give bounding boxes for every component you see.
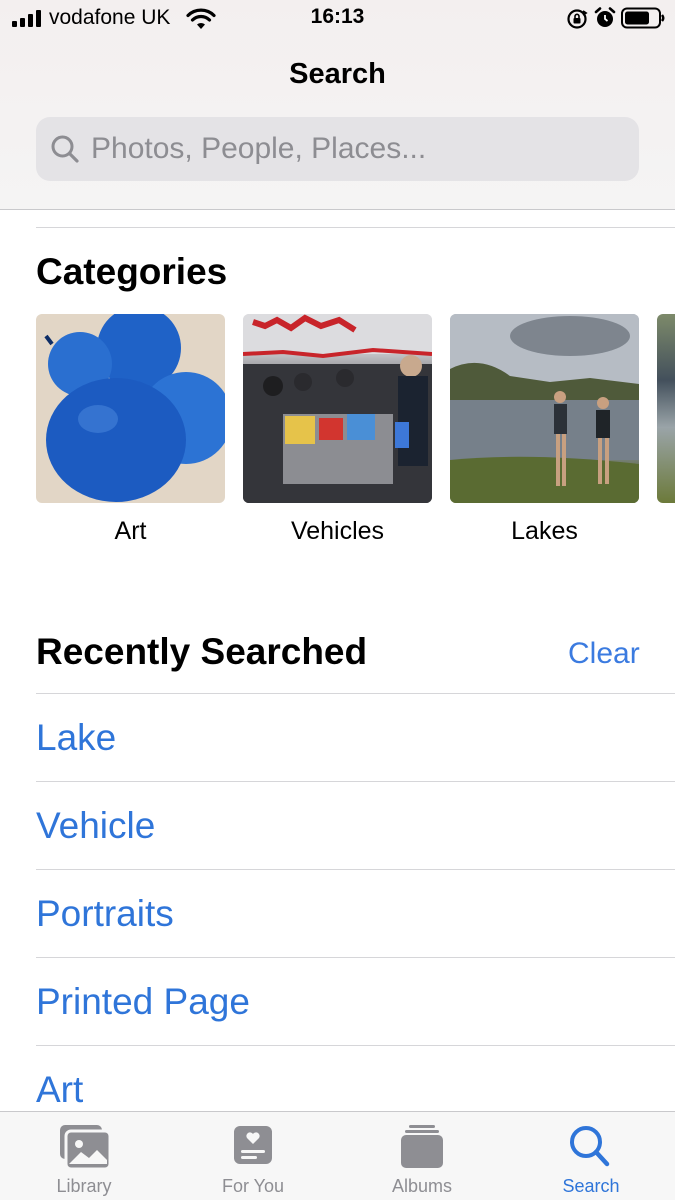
recent-search-item[interactable]: Vehicle [36,781,675,869]
tab-search[interactable]: Search [507,1112,675,1200]
category-label: Lakes [511,517,578,545]
category-partial[interactable] [657,314,675,503]
search-input[interactable] [91,125,621,173]
tab-label: Search [562,1176,620,1196]
category-lakes[interactable]: Lakes [450,314,639,546]
for-you-icon [234,1126,272,1164]
category-label: Art [114,517,147,545]
category-art-thumbnail [36,314,225,503]
category-partial-thumbnail [657,314,675,503]
navigation-header: vodafone UK 16:13 Search [0,0,675,210]
divider [36,227,675,228]
recent-search-item[interactable]: Printed Page [36,957,675,1045]
photo-library-icon [60,1125,111,1170]
recent-search-item[interactable]: Portraits [36,869,675,957]
recent-search-item[interactable]: Lake [36,693,675,781]
category-vehicles[interactable]: Vehicles [243,314,432,546]
search-icon [570,1126,610,1167]
alarm-icon [594,7,616,27]
status-bar: vodafone UK 16:13 [0,0,675,40]
tab-label: Library [56,1176,112,1196]
recent-searches-list: Lake Vehicle Portraits Printed Page Art [36,693,675,1133]
magnifier-icon [51,135,79,163]
search-bar[interactable] [36,117,639,181]
category-vehicles-thumbnail [243,314,432,503]
battery-icon [621,7,665,29]
tab-label: Albums [391,1176,453,1196]
page-title: Search [289,58,386,90]
recently-searched-heading: Recently Searched [36,631,368,672]
category-lakes-thumbnail [450,314,639,503]
tab-for-you[interactable]: For You [169,1112,337,1200]
clear-button[interactable]: Clear [568,637,640,671]
tab-label: For You [221,1176,285,1196]
tab-albums[interactable]: Albums [338,1112,506,1200]
category-label: Vehicles [290,517,385,545]
rotation-lock-icon [567,9,588,29]
tab-library[interactable]: Library [0,1112,168,1200]
tab-bar: Library For You Albums Search [0,1111,675,1200]
category-art[interactable]: Art [36,314,225,546]
albums-icon [401,1125,443,1168]
categories-heading: Categories [36,251,228,292]
